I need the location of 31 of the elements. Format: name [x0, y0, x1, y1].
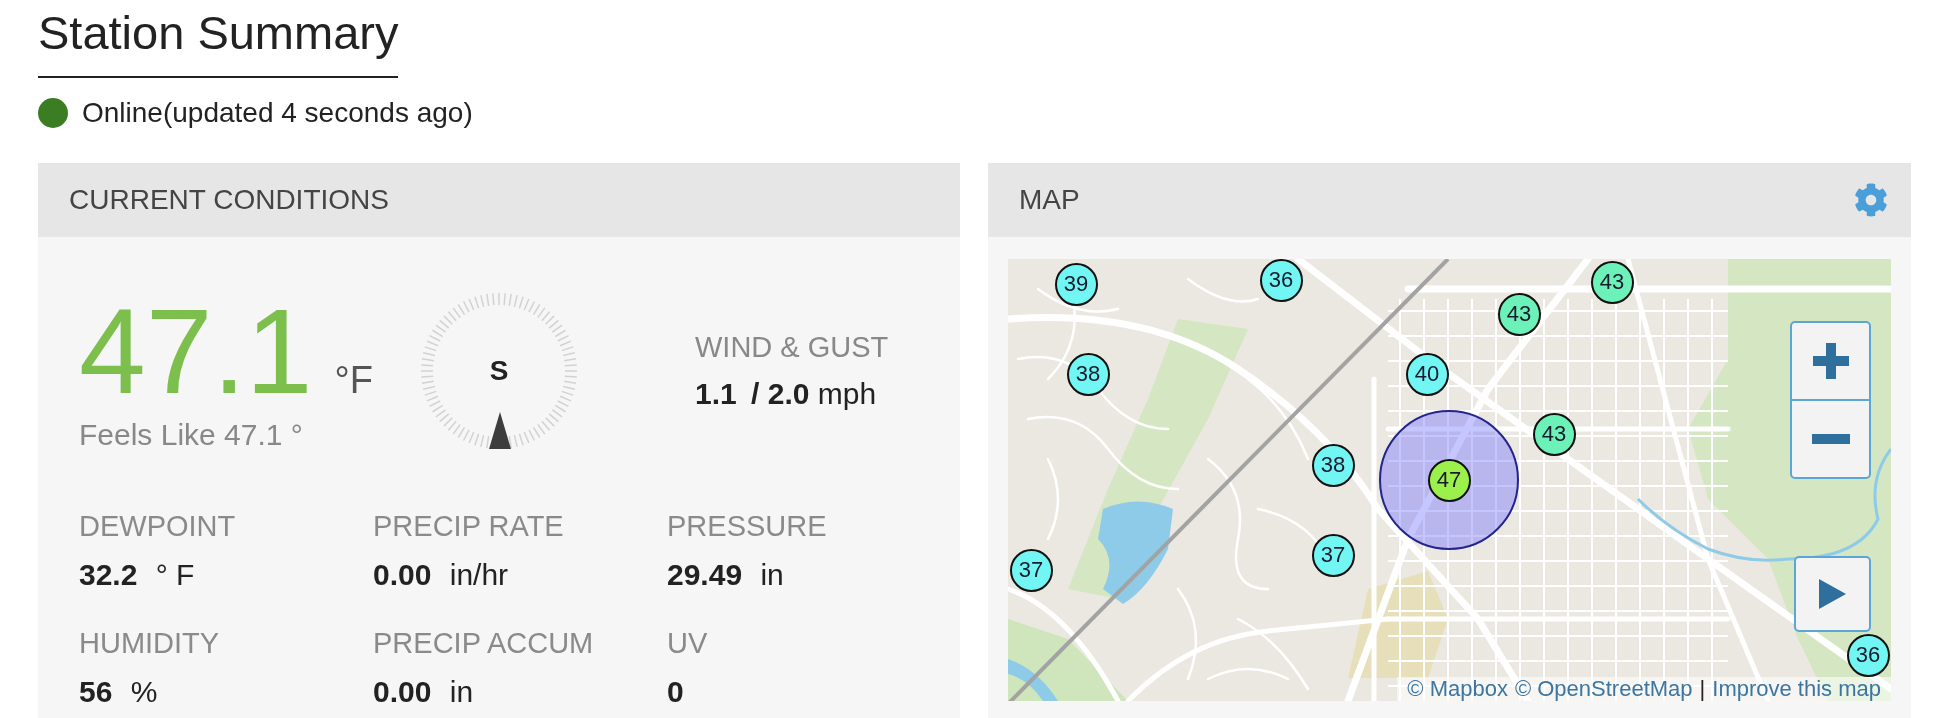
wind-value: 1.1 / 2.0 mph: [695, 378, 877, 409]
status-text: Online(updated 4 seconds ago): [82, 99, 473, 127]
attribution-link[interactable]: © OpenStreetMap: [1514, 678, 1693, 700]
conditions-title: CURRENT CONDITIONS: [69, 186, 389, 214]
metric-label: PRESSURE: [667, 512, 827, 541]
metric-value: 29.49 in: [667, 560, 784, 590]
play-icon: [1819, 579, 1846, 609]
direction-pointer-icon: [489, 411, 511, 449]
map-title: MAP: [1019, 186, 1080, 214]
plus-icon: [1812, 343, 1849, 379]
attribution-link[interactable]: © Mapbox: [1407, 678, 1508, 700]
metric-value: 56 %: [79, 677, 158, 707]
attribution-link[interactable]: Improve this map: [1712, 678, 1881, 700]
metric-value: 0.00 in/hr: [373, 560, 509, 590]
play-button[interactable]: [1794, 556, 1871, 632]
compass-direction: S: [489, 356, 509, 385]
attribution-separator: |: [1699, 678, 1706, 700]
temperature-value: 47.1: [79, 291, 313, 411]
metric-label: UV: [667, 629, 708, 658]
feels-like-text: Feels Like 47.1 °: [79, 420, 303, 450]
metric-label: PRECIP RATE: [373, 512, 564, 541]
metric-value: 32.2 ° F: [79, 560, 195, 590]
metric-label: DEWPOINT: [79, 512, 236, 541]
metric-value: 0.00 in: [373, 677, 474, 707]
metric-label: PRECIP ACCUM: [373, 629, 594, 658]
metric-label: HUMIDITY: [79, 629, 220, 658]
temperature-unit: °F: [334, 361, 373, 399]
minus-icon: [1811, 434, 1850, 444]
wind-label: WIND & GUST: [695, 332, 889, 362]
metric-value: 0: [667, 677, 684, 707]
page-title: Station Summary: [38, 9, 399, 78]
